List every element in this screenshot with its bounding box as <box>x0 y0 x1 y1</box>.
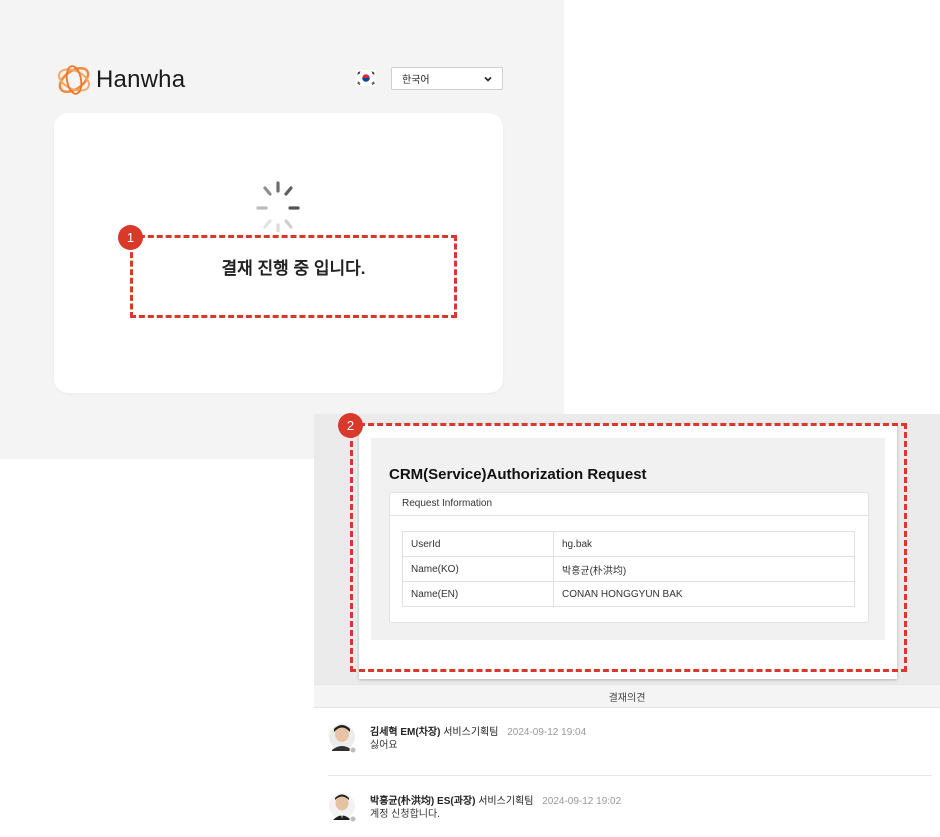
divider <box>328 775 932 776</box>
comment-team: 서비스기획팀 <box>478 796 534 807</box>
avatar-icon <box>329 724 357 754</box>
opinions-header: 결재의견 <box>314 684 940 708</box>
comment-text: 계정 신청합니다. <box>370 809 440 820</box>
loading-spinner-icon <box>256 181 300 232</box>
callout-badge-1: 1 <box>118 225 143 250</box>
comment-date: 2024-09-12 19:04 <box>507 727 587 738</box>
comment-text: 싫어요 <box>370 740 398 751</box>
hanwha-logo-icon <box>58 65 90 95</box>
comment-date: 2024-09-12 19:02 <box>542 796 622 807</box>
korea-flag-icon <box>356 70 376 86</box>
comment-header: 김세혁 EM(차장) 서비스기획팀 2024-09-12 19:04 <box>370 723 586 738</box>
comment-team: 서비스기획팀 <box>443 727 499 738</box>
hanwha-logo: Hanwha <box>54 62 194 98</box>
avatar-icon <box>329 793 357 823</box>
logo-text: Hanwha <box>96 66 186 93</box>
approval-progress-screen: Hanwha 한국어 결재 진행 중 입니다. 1 <box>0 0 564 459</box>
language-select-value: 한국어 <box>402 75 430 86</box>
language-select[interactable]: 한국어 <box>391 67 503 90</box>
progress-message: 결재 진행 중 입니다. <box>221 259 366 278</box>
callout-badge-2: 2 <box>338 413 363 438</box>
chevron-down-icon <box>484 76 492 82</box>
highlight-box-2 <box>350 423 907 672</box>
